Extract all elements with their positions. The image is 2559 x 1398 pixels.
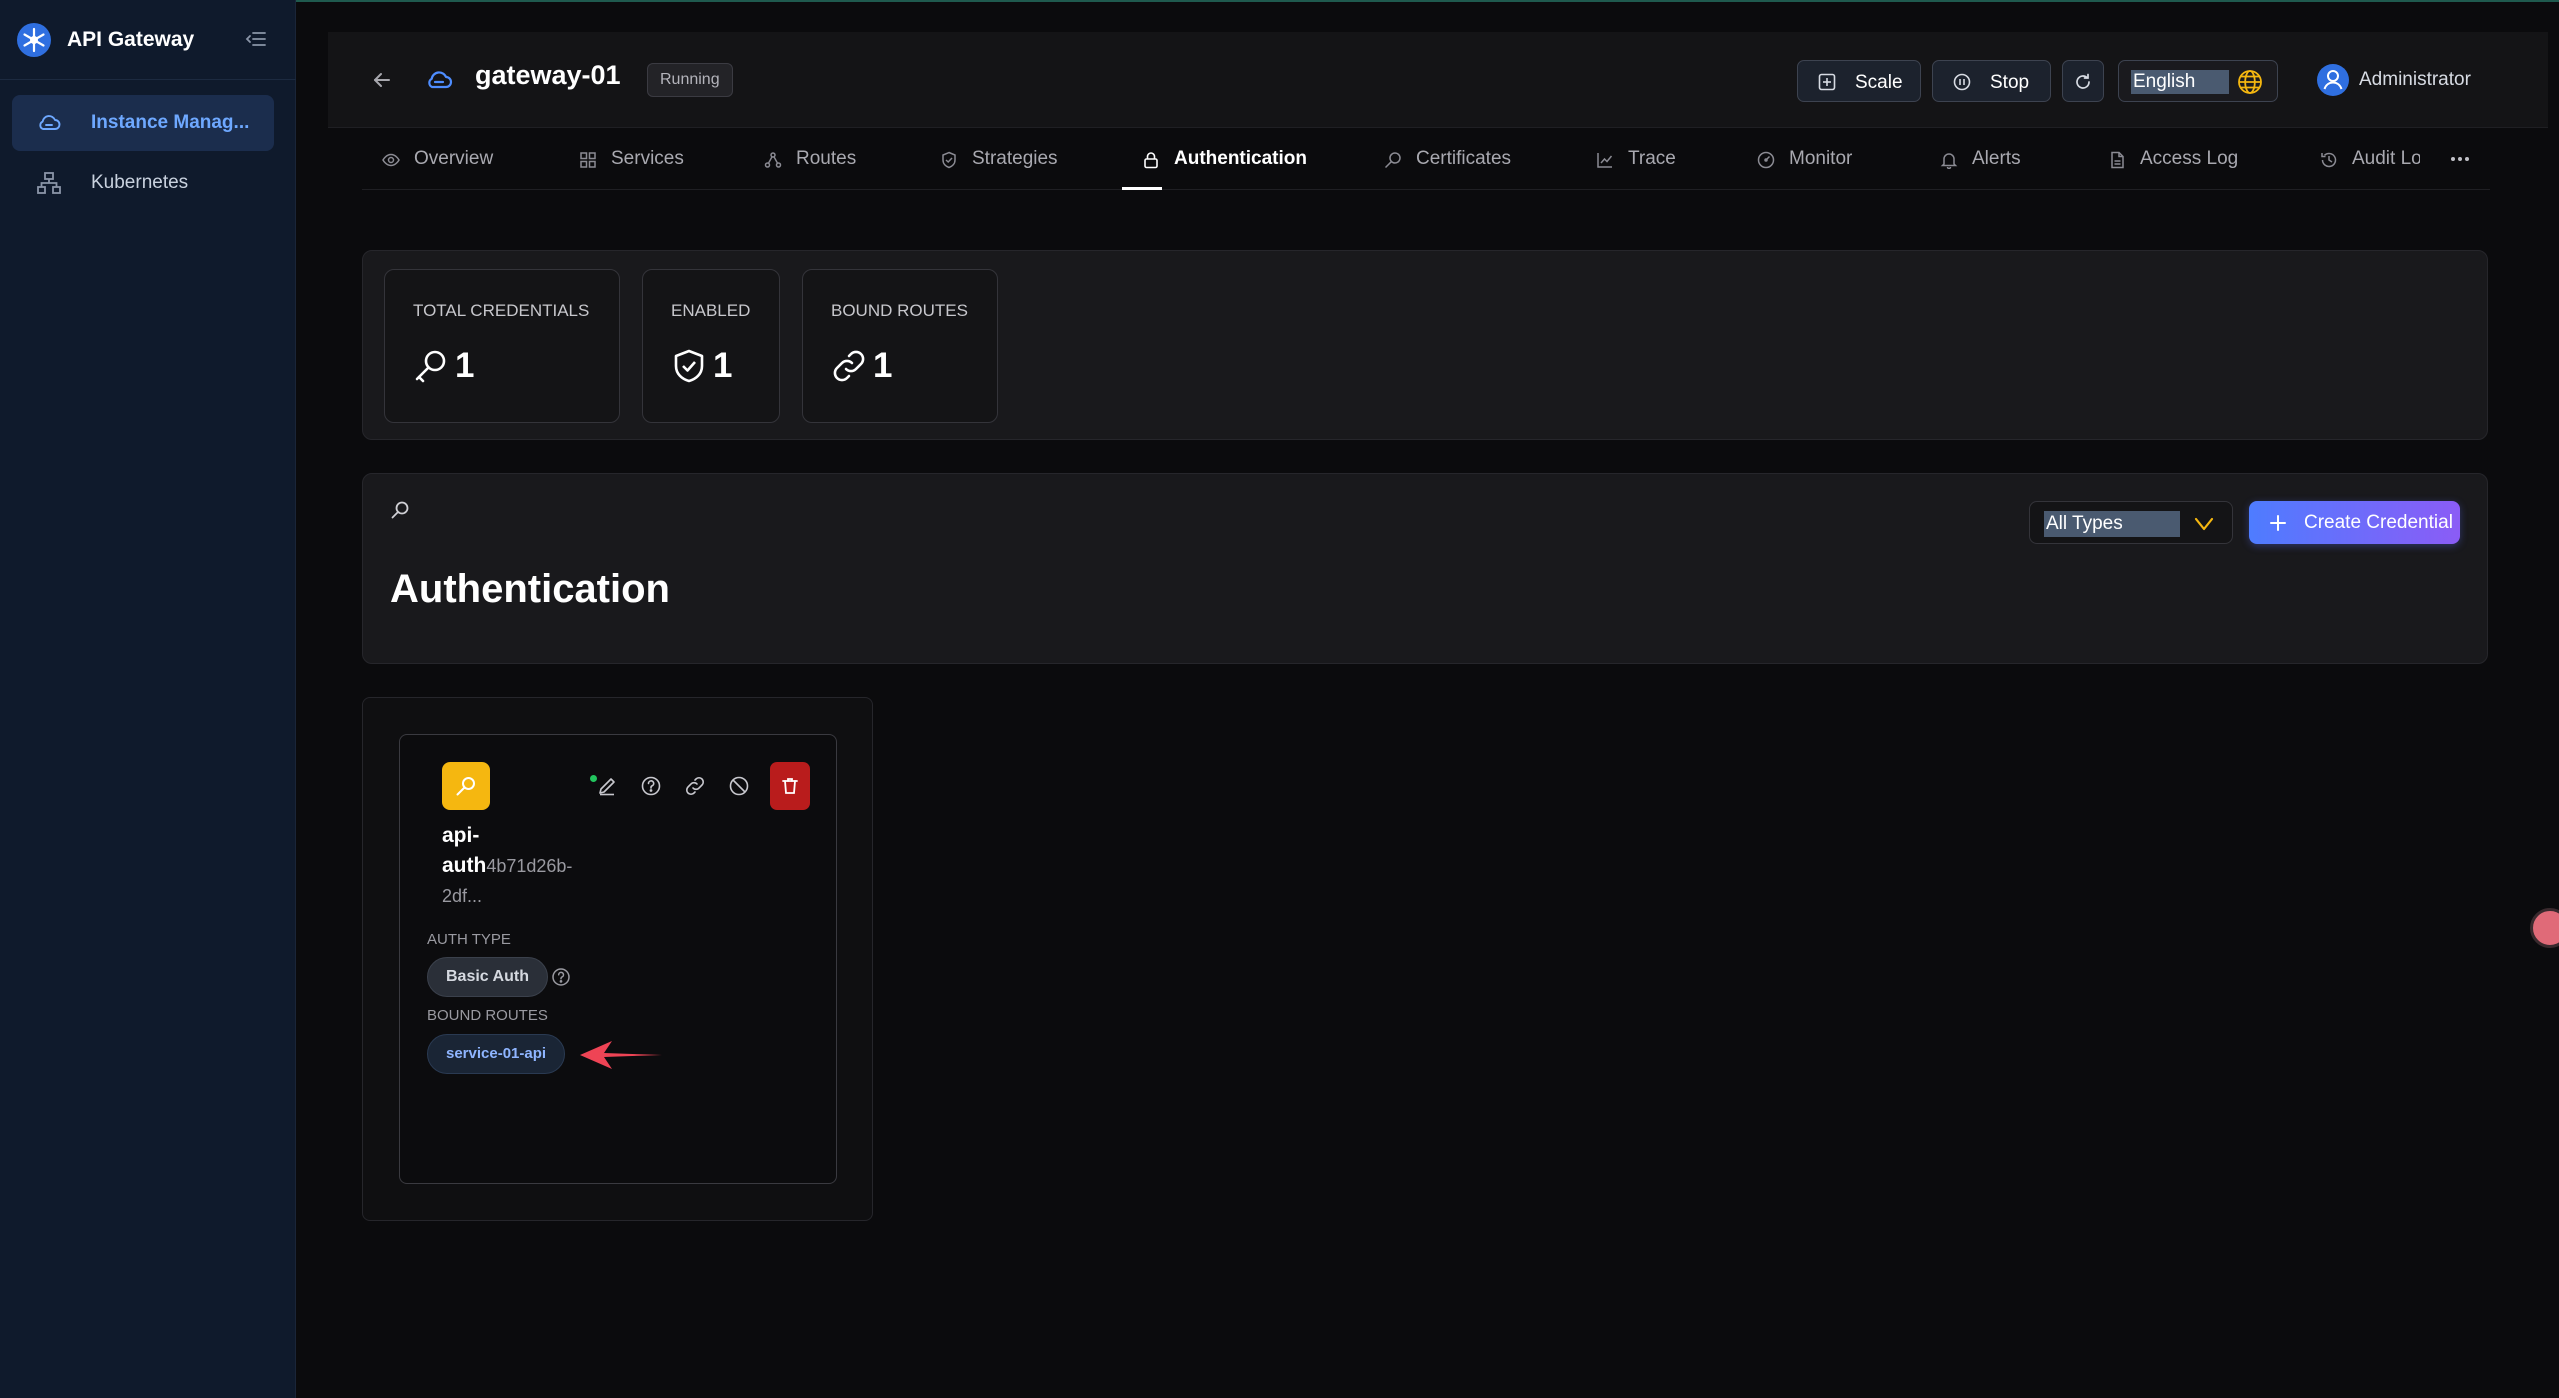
- stat-value: 1: [873, 346, 893, 385]
- stat-label: Total Credentials: [413, 301, 590, 320]
- sitemap-icon: [37, 172, 61, 194]
- cloud-icon: [428, 71, 453, 89]
- scale-label: Scale: [1855, 72, 1903, 93]
- scale-icon: [1818, 73, 1836, 91]
- lock-icon: [1144, 152, 1158, 169]
- sidebar: API Gateway Instance Manag... Kubernetes: [0, 0, 296, 1398]
- create-credential-label: Create Credential: [2304, 512, 2453, 533]
- type-filter-value: All Types: [2044, 511, 2180, 537]
- brand: API Gateway: [0, 0, 296, 80]
- pointer-arrow-icon: [580, 1041, 662, 1069]
- gauge-icon: [1757, 151, 1775, 169]
- user-name[interactable]: Administrator: [2359, 69, 2471, 91]
- tab-label: Alerts: [1972, 148, 2021, 169]
- page-title: Authentication: [390, 567, 670, 611]
- sidebar-item-instance-management[interactable]: Instance Manag...: [12, 95, 274, 151]
- help-icon[interactable]: [551, 967, 571, 987]
- sidebar-item-label: Instance Manag...: [91, 112, 250, 133]
- stop-button[interactable]: Stop: [1932, 60, 2051, 102]
- shield-check-icon: [674, 349, 704, 383]
- eye-icon: [382, 153, 400, 167]
- collapse-menu-icon[interactable]: [244, 27, 268, 51]
- route-chip[interactable]: service-01-api: [427, 1034, 566, 1074]
- instance-tabs: Overview Services Routes Strategies Auth…: [362, 130, 2490, 190]
- top-accent-line: [0, 0, 2559, 2]
- back-arrow-icon[interactable]: [370, 68, 394, 92]
- auth-type-chip: Basic Auth: [427, 957, 548, 997]
- tab-label: Services: [611, 148, 684, 169]
- create-credential-button[interactable]: Create Credential: [2249, 501, 2460, 544]
- instance-header: gateway-01 Running Scale Stop English Ad…: [328, 32, 2548, 128]
- stat-enabled: Enabled 1: [642, 269, 780, 423]
- credential-list: api-auth4b71d26b-2df... Auth Type Basic …: [362, 697, 873, 1221]
- credential-name-text: api-auth: [442, 824, 487, 877]
- gateway-name: gateway-01: [475, 60, 621, 90]
- disable-icon[interactable]: [728, 775, 750, 797]
- refresh-button[interactable]: [2062, 60, 2104, 102]
- language-select[interactable]: English: [2118, 60, 2278, 102]
- credential-name: api-auth4b71d26b-2df...: [442, 821, 592, 911]
- tab-audit-log[interactable]: Audit Log: [2320, 130, 2420, 190]
- language-value: English: [2131, 70, 2229, 94]
- link-icon: [833, 350, 865, 382]
- user-avatar-icon[interactable]: [2316, 63, 2350, 97]
- search-icon[interactable]: [390, 500, 410, 520]
- refresh-icon: [2076, 73, 2090, 89]
- auth-type-filter-select[interactable]: All Types: [2029, 501, 2233, 544]
- trash-icon: [782, 778, 798, 794]
- stat-bound-routes: Bound Routes 1: [802, 269, 998, 423]
- tab-label: Authentication: [1174, 148, 1307, 169]
- cloud-icon: [39, 115, 61, 130]
- chart-line-icon: [1597, 153, 1613, 168]
- tab-label: Access Log: [2140, 148, 2239, 169]
- bound-routes-label: Bound Routes: [427, 1007, 548, 1024]
- stat-value: 1: [455, 346, 475, 385]
- key-icon: [456, 777, 475, 796]
- tab-label: Routes: [796, 148, 857, 169]
- credential-card[interactable]: api-auth4b71d26b-2df... Auth Type Basic …: [399, 734, 837, 1184]
- status-badge: Running: [647, 63, 733, 97]
- tab-label: Overview: [414, 148, 494, 169]
- floating-action-button[interactable]: [2530, 908, 2559, 948]
- tab-label: Certificates: [1416, 148, 1512, 169]
- plus-icon: [2270, 515, 2286, 531]
- key-icon: [415, 350, 446, 383]
- tab-label: Strategies: [972, 148, 1058, 169]
- tab-label: Trace: [1628, 148, 1676, 169]
- stat-label: Enabled: [671, 301, 751, 320]
- stop-label: Stop: [1990, 72, 2030, 93]
- link-icon[interactable]: [684, 775, 706, 797]
- shield-icon: [942, 151, 956, 169]
- history-icon: [2321, 152, 2337, 168]
- tab-label: Audit Log: [2352, 148, 2420, 169]
- routes-icon: [764, 152, 782, 168]
- edit-icon[interactable]: [596, 775, 618, 797]
- auth-type-label: Auth Type: [427, 931, 511, 948]
- sidebar-item-label: Kubernetes: [91, 172, 189, 193]
- stat-value: 1: [713, 346, 733, 385]
- help-icon[interactable]: [640, 775, 662, 797]
- gateway-logo-icon: [17, 23, 51, 57]
- key-icon: [1384, 152, 1401, 169]
- chevron-down-icon: [2194, 517, 2214, 531]
- grid-icon: [580, 152, 596, 168]
- scale-button[interactable]: Scale: [1797, 60, 1921, 102]
- sidebar-item-kubernetes[interactable]: Kubernetes: [12, 155, 274, 211]
- app-title: API Gateway: [67, 28, 195, 51]
- stat-label: Bound Routes: [831, 301, 968, 320]
- more-icon[interactable]: [2447, 147, 2473, 171]
- tab-label: Monitor: [1789, 148, 1853, 169]
- credential-type-badge: [442, 762, 490, 810]
- delete-button[interactable]: [770, 762, 810, 810]
- stat-total-credentials: Total Credentials 1: [384, 269, 620, 423]
- pause-icon: [1953, 73, 1971, 91]
- stats-panel: Total Credentials 1 Enabled 1 Bound Rout…: [362, 250, 2488, 440]
- bell-icon: [1940, 153, 1958, 169]
- globe-icon: [2238, 70, 2262, 94]
- file-icon: [2111, 151, 2124, 169]
- authentication-panel: Authentication All Types Create Credenti…: [362, 473, 2488, 664]
